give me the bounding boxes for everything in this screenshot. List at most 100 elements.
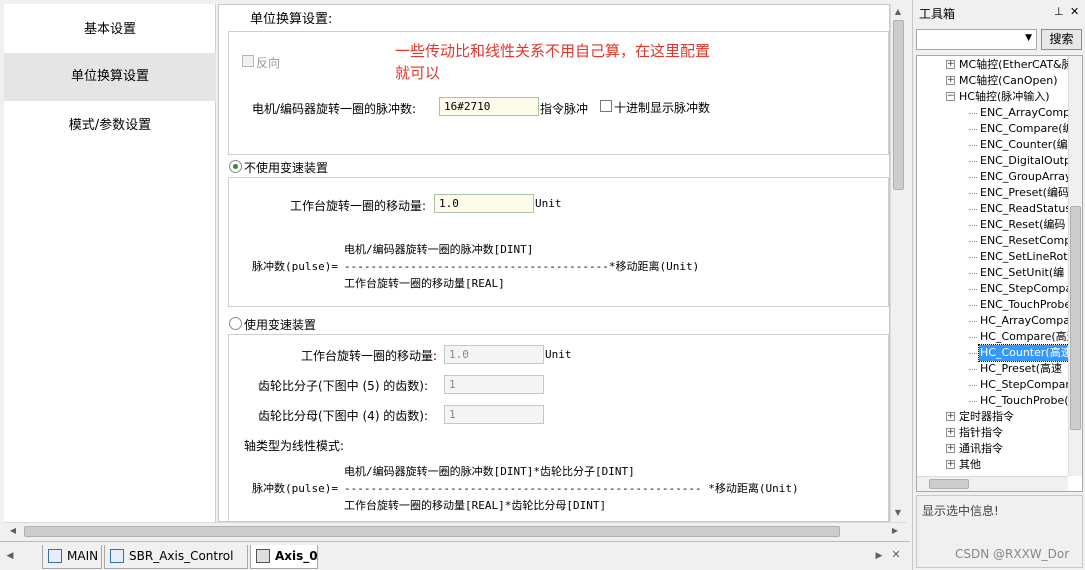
- tree-item-label: ENC_Preset(编码: [980, 186, 1069, 199]
- dropdown-arrow-icon[interactable]: ▼: [1025, 33, 1032, 43]
- tree-connector: [969, 321, 977, 322]
- no-gear-radio-label: 不使用变速装置: [244, 161, 329, 175]
- decimal-display-checkbox[interactable]: [600, 100, 612, 112]
- no-gear-formula-numerator: 电机/编码器旋转一圈的脉冲数[DINT]: [344, 243, 534, 256]
- tree-item-label: ENC_SetLineRota: [980, 250, 1075, 263]
- gear-radio[interactable]: [229, 317, 242, 330]
- tree-item-label: ENC_ResetCompa: [980, 234, 1078, 247]
- tree-item-label: ENC_Counter(编: [980, 138, 1068, 151]
- tree-connector: [969, 305, 977, 306]
- settings-nav: 基本设置 单位换算设置 模式/参数设置: [4, 4, 216, 522]
- gear-numerator-label: 齿轮比分子(下图中 (5) 的齿数):: [258, 379, 429, 393]
- gear-formula-numerator: 电机/编码器旋转一圈的脉冲数[DINT]*齿轮比分子[DINT]: [344, 465, 635, 478]
- expand-icon[interactable]: +: [946, 76, 955, 85]
- tab-main[interactable]: MAIN: [42, 545, 102, 569]
- annotation-line-1: 一些传动比和线性关系不用自己算，在这里配置: [395, 42, 711, 60]
- tree-connector: [969, 209, 977, 210]
- toolbox-panel: 工具箱 ⊥ ✕ ▼ 搜索 + MC轴控(EtherCAT&脉 + MC轴控(CanOp…: [912, 0, 1085, 570]
- tree-connector: [969, 161, 977, 162]
- gear-numerator-input[interactable]: 1: [444, 375, 544, 394]
- scroll-down-icon[interactable]: ▼: [891, 506, 905, 520]
- gear-travel-label: 工作台旋转一圈的移动量:: [301, 349, 438, 363]
- tree-item-label: 定时器指令: [959, 410, 1014, 423]
- scroll-right-icon[interactable]: ▶: [888, 524, 902, 538]
- scroll-up-icon[interactable]: ▲: [891, 5, 905, 19]
- scroll-left-icon[interactable]: ◀: [6, 524, 20, 538]
- gear-denominator-label: 齿轮比分母(下图中 (4) 的齿数):: [258, 409, 429, 423]
- pulse-settings-group: 反向 一些传动比和线性关系不用自己算，在这里配置 就可以 电机/编码器旋转一圈的…: [228, 31, 889, 155]
- tab-axis-0[interactable]: Axis_0: [250, 545, 318, 569]
- unit-conversion-panel: 单位换算设置: 反向 一些传动比和线性关系不用自己算，在这里配置 就可以 电机/…: [218, 4, 890, 522]
- tree-item-label: MC轴控(CanOpen): [959, 74, 1058, 87]
- selection-info-box: 显示选中信息! CSDN @RXXW_Dor: [916, 495, 1083, 568]
- tree-connector: [969, 177, 977, 178]
- no-gear-group: 工作台旋转一圈的移动量: 1.0 Unit 电机/编码器旋转一圈的脉冲数[DIN…: [228, 177, 889, 307]
- toolbox-close-icon[interactable]: ✕: [1070, 5, 1079, 18]
- tree-vertical-scrollbar[interactable]: [1068, 56, 1082, 476]
- tree-item-label: ENC_DigitalOutpu: [980, 154, 1078, 167]
- instruction-tree: + MC轴控(EtherCAT&脉 + MC轴控(CanOpen) − HC轴控(脉冲输入…: [916, 55, 1083, 492]
- nav-item-basic[interactable]: 基本设置: [4, 6, 216, 54]
- axis-type-label: 轴类型为线性模式:: [244, 439, 345, 453]
- tree-item-label: HC_Counter(高速: [978, 344, 1074, 362]
- main-horizontal-scrollbar[interactable]: ◀ ▶: [4, 522, 906, 539]
- expand-icon[interactable]: +: [946, 428, 955, 437]
- reverse-checkbox[interactable]: [242, 55, 254, 67]
- tree-hscroll-thumb[interactable]: [929, 479, 969, 489]
- no-gear-radio[interactable]: [229, 160, 242, 173]
- collapse-icon[interactable]: −: [946, 92, 955, 101]
- main-vertical-scrollbar[interactable]: ▲ ▼: [890, 4, 906, 522]
- close-tab-icon[interactable]: ✕: [889, 548, 903, 562]
- expand-icon[interactable]: +: [946, 60, 955, 69]
- tab-sbr-axis-control[interactable]: SBR_Axis_Control: [104, 545, 248, 569]
- gear-formula-denominator: 工作台旋转一圈的移动量[REAL]*齿轮比分母[DINT]: [344, 499, 607, 512]
- tree-connector: [969, 225, 977, 226]
- tree-item-label: 通讯指令: [959, 442, 1003, 455]
- reverse-label: 反向: [256, 56, 281, 70]
- toolbox-search-button[interactable]: 搜索: [1041, 29, 1082, 50]
- tree-item-label: ENC_ReadStatus(: [980, 202, 1076, 215]
- gear-travel-input[interactable]: 1.0: [444, 345, 544, 364]
- tree-horizontal-scrollbar[interactable]: [917, 476, 1068, 491]
- expand-icon[interactable]: +: [946, 444, 955, 453]
- gear-travel-unit: Unit: [545, 348, 572, 361]
- no-gear-travel-input[interactable]: 1.0: [434, 194, 534, 213]
- tree-item-label: HC_ArrayCompar: [980, 314, 1075, 327]
- pulses-per-rev-label: 电机/编码器旋转一圈的脉冲数:: [252, 102, 417, 116]
- tree-item-label: ENC_Reset(编码: [980, 218, 1066, 231]
- tree-connector: [969, 129, 977, 130]
- tree-item-label: ENC_StepCompar: [980, 282, 1077, 295]
- toolbox-title: 工具箱: [919, 7, 956, 21]
- tabs-scroll-right-icon[interactable]: ▶: [872, 549, 886, 563]
- tree-item-label: HC_TouchProbe(: [980, 394, 1069, 407]
- tree-item-label: 其他: [959, 458, 981, 471]
- nav-item-unit-conversion[interactable]: 单位换算设置: [4, 53, 216, 101]
- tree-connector: [969, 353, 977, 354]
- expand-icon[interactable]: +: [946, 412, 955, 421]
- tab-sbr-label: SBR_Axis_Control: [129, 549, 234, 563]
- pin-icon[interactable]: ⊥: [1054, 5, 1064, 18]
- section-title: 单位换算设置:: [250, 12, 333, 27]
- gear-denominator-input[interactable]: 1: [444, 405, 544, 424]
- main-vscroll-thumb[interactable]: [893, 20, 904, 190]
- decimal-display-label: 十进制显示脉冲数: [614, 101, 711, 115]
- annotation-line-2: 就可以: [395, 64, 441, 82]
- gear-group: 工作台旋转一圈的移动量: 1.0 Unit 齿轮比分子(下图中 (5) 的齿数)…: [228, 334, 889, 521]
- tree-connector: [969, 193, 977, 194]
- tree-item-label: HC轴控(脉冲输入): [959, 90, 1050, 103]
- expand-icon[interactable]: +: [946, 460, 955, 469]
- tree-item-label: ENC_ArrayCompa: [980, 106, 1077, 119]
- tree-vscroll-thumb[interactable]: [1070, 206, 1081, 430]
- pulses-per-rev-input[interactable]: 16#2710: [439, 97, 539, 116]
- tabs-scroll-left-icon[interactable]: ◀: [3, 549, 17, 563]
- nav-item-mode-params[interactable]: 模式/参数设置: [4, 102, 216, 150]
- tree-connector: [969, 401, 977, 402]
- tree-connector: [969, 273, 977, 274]
- no-gear-travel-label: 工作台旋转一圈的移动量:: [290, 199, 427, 213]
- toolbox-search-input[interactable]: ▼: [916, 29, 1037, 50]
- tree-connector: [969, 257, 977, 258]
- document-tab-bar: ◀ MAIN SBR_Axis_Control Axis_0 ▶ ✕: [0, 541, 910, 570]
- main-hscroll-thumb[interactable]: [24, 526, 840, 537]
- tree-connector: [969, 113, 977, 114]
- tree-item-label: ENC_SetUnit(编: [980, 266, 1065, 279]
